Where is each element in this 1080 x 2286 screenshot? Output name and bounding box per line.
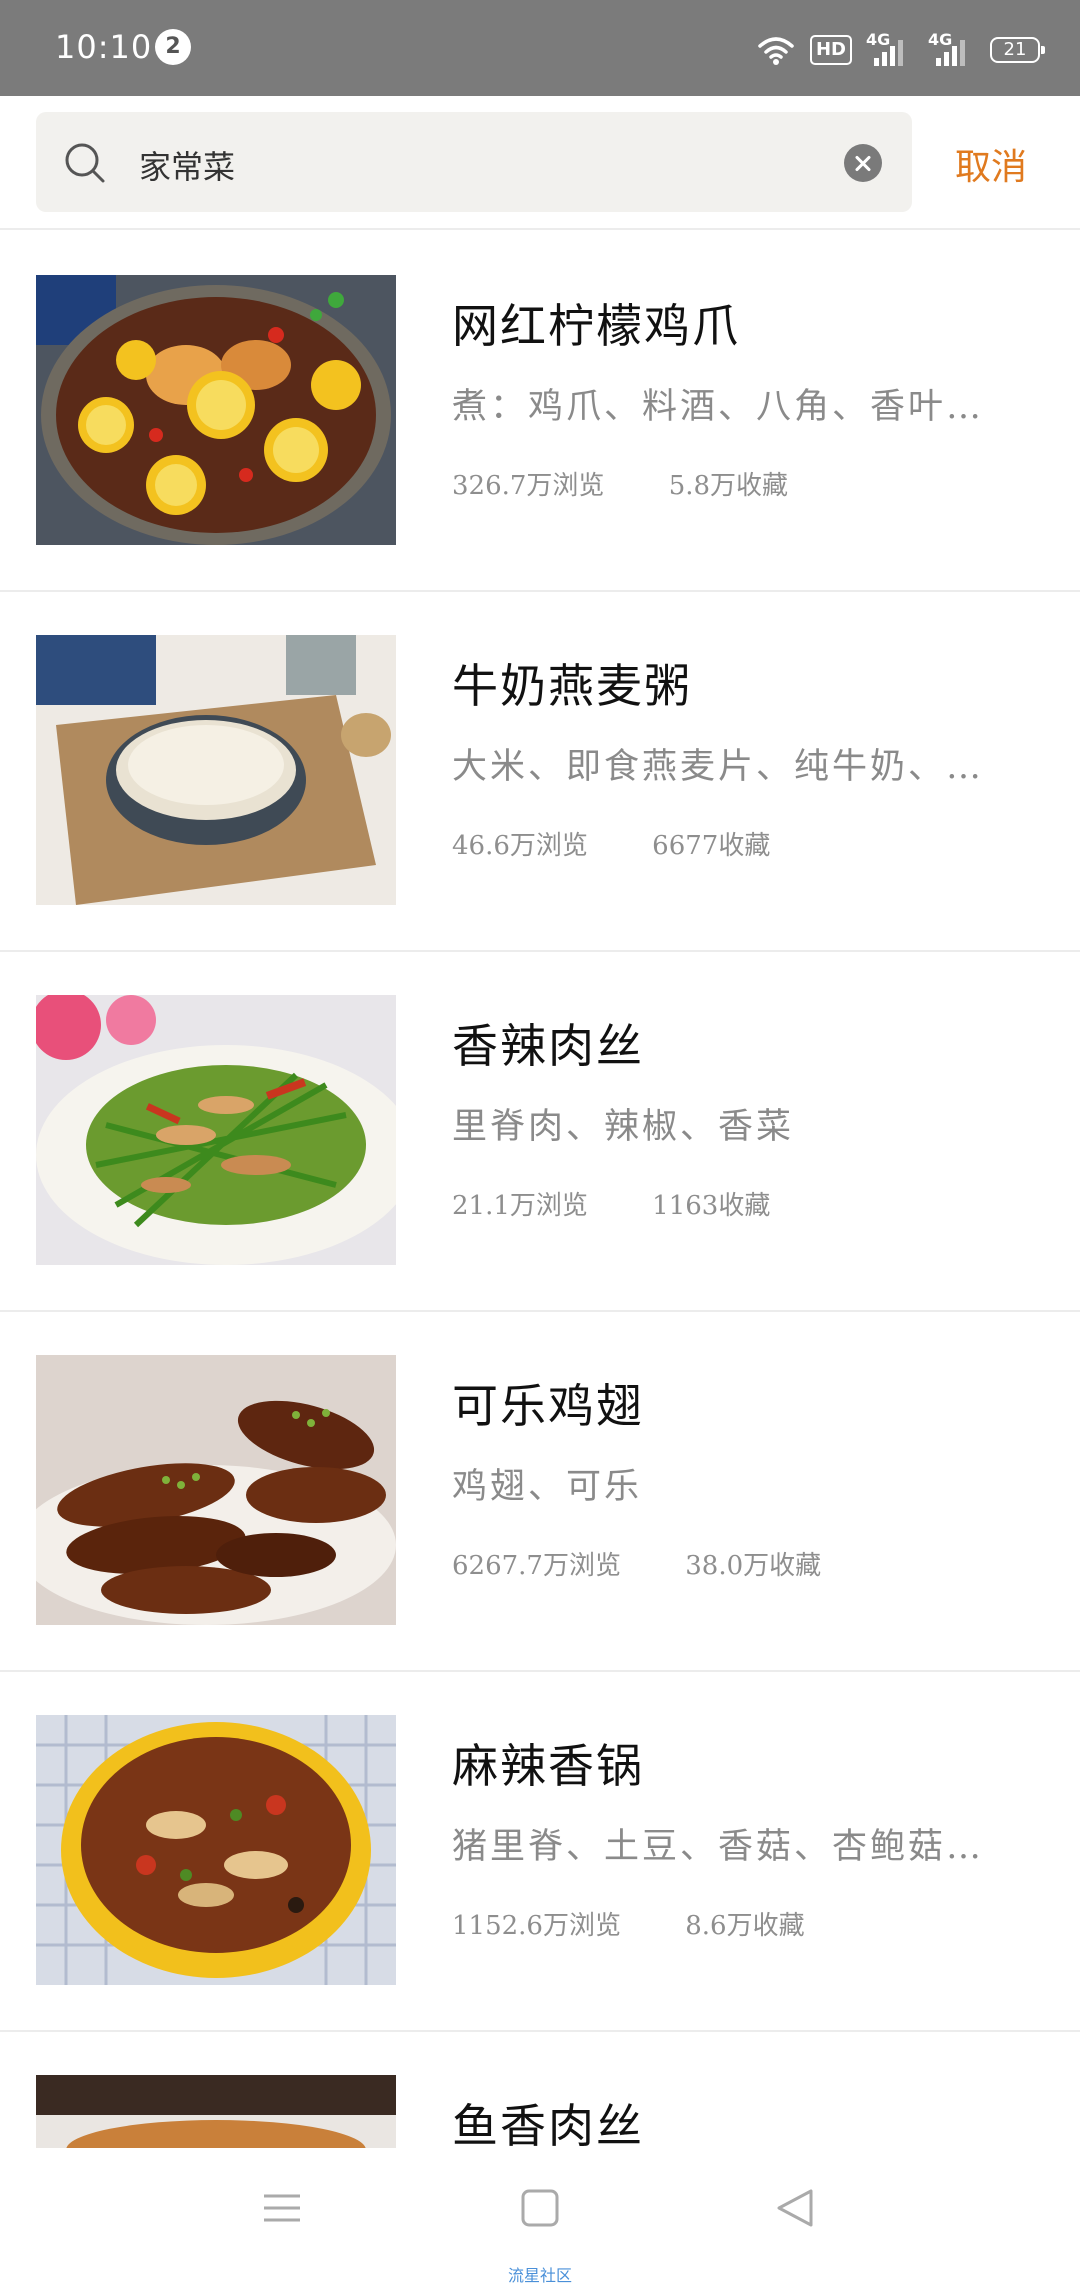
recipe-stats: 46.6万浏览 6677收藏: [452, 825, 770, 862]
signal-icon: 4G: [866, 30, 914, 66]
recipe-ingredients: 里脊肉、辣椒、香菜: [452, 1107, 795, 1147]
recipe-item[interactable]: 网红柠檬鸡爪 煮：鸡爪、料酒、八角、香叶… 326.7万浏览 5.8万收藏: [0, 230, 1080, 590]
battery-icon: 21: [990, 37, 1045, 63]
view-count: 1152.6万浏览: [452, 1911, 621, 1941]
recipe-title[interactable]: 可乐鸡翅: [452, 1370, 644, 1436]
recipe-item[interactable]: 牛奶燕麦粥 大米、即食燕麦片、纯牛奶、… 46.6万浏览 6677收藏: [0, 590, 1080, 950]
search-bar: 家常菜 取消: [0, 96, 1080, 228]
hd-voice-icon: HD: [809, 35, 852, 65]
menu-icon[interactable]: [262, 2188, 302, 2232]
view-count: 326.7万浏览: [452, 471, 605, 501]
view-count: 46.6万浏览: [452, 831, 588, 861]
recipe-ingredients: 煮：鸡爪、料酒、八角、香叶…: [452, 387, 985, 427]
favorite-count: 38.0万收藏: [685, 1551, 822, 1581]
recipe-ingredients: 鸡翅、可乐: [452, 1467, 643, 1507]
recipe-item[interactable]: 麻辣香锅 猪里脊、土豆、香菇、杏鲍菇… 1152.6万浏览 8.6万收藏: [0, 1670, 1080, 2030]
favorite-count: 5.8万收藏: [668, 471, 789, 501]
recipe-ingredients: 猪里脊、土豆、香菇、杏鲍菇…: [452, 1827, 985, 1867]
recipe-stats: 21.1万浏览 1163收藏: [452, 1185, 770, 1222]
recipe-title[interactable]: 鱼香肉丝: [452, 2090, 644, 2148]
recipe-thumbnail[interactable]: [36, 995, 396, 1265]
signal-icon-2: 4G: [928, 30, 976, 66]
view-count: 21.1万浏览: [452, 1191, 588, 1221]
recipe-stats: 326.7万浏览 5.8万收藏: [452, 465, 788, 502]
favorite-count: 8.6万收藏: [685, 1911, 805, 1941]
recipe-stats: 1152.6万浏览 8.6万收藏: [452, 1905, 805, 1942]
wifi-icon: [756, 34, 796, 66]
recipe-title[interactable]: 牛奶燕麦粥: [452, 650, 692, 716]
recipe-thumbnail[interactable]: [36, 635, 396, 905]
notification-count-badge: 2: [155, 29, 191, 65]
recipe-stats: 6267.7万浏览 38.0万收藏: [452, 1545, 821, 1582]
status-icons: HD 4G 4G 21: [756, 30, 1045, 70]
search-query[interactable]: 家常菜: [139, 142, 235, 188]
clear-icon[interactable]: [844, 144, 882, 182]
recipe-title[interactable]: 网红柠檬鸡爪: [452, 290, 740, 356]
watermark-label: 流星社区: [508, 2266, 573, 2285]
recipe-thumbnail[interactable]: [36, 275, 396, 545]
status-bar: 10:10 2 HD 4G 4G 21: [0, 0, 1080, 96]
favorite-count: 1163收藏: [652, 1191, 771, 1221]
recipe-thumbnail[interactable]: [36, 1355, 396, 1625]
home-icon[interactable]: [520, 2188, 560, 2232]
recipe-thumbnail[interactable]: [36, 2075, 396, 2148]
recipe-ingredients: 大米、即食燕麦片、纯牛奶、…: [452, 747, 985, 787]
recipe-item[interactable]: 可乐鸡翅 鸡翅、可乐 6267.7万浏览 38.0万收藏: [0, 1310, 1080, 1670]
status-time: 10:10: [55, 28, 153, 66]
recipe-title[interactable]: 麻辣香锅: [452, 1730, 644, 1796]
back-icon[interactable]: [775, 2188, 815, 2232]
recipe-item[interactable]: 鱼香肉丝: [0, 2030, 1080, 2148]
cancel-button[interactable]: 取消: [955, 138, 1027, 190]
recipe-thumbnail[interactable]: [36, 1715, 396, 1985]
navigation-bar: 流星社区: [0, 2148, 1080, 2285]
favorite-count: 6677收藏: [652, 831, 771, 861]
view-count: 6267.7万浏览: [452, 1551, 621, 1581]
search-input[interactable]: 家常菜: [36, 112, 912, 212]
search-icon: [64, 142, 108, 190]
recipe-item[interactable]: 香辣肉丝 里脊肉、辣椒、香菜 21.1万浏览 1163收藏: [0, 950, 1080, 1310]
recipe-title[interactable]: 香辣肉丝: [452, 1010, 644, 1076]
